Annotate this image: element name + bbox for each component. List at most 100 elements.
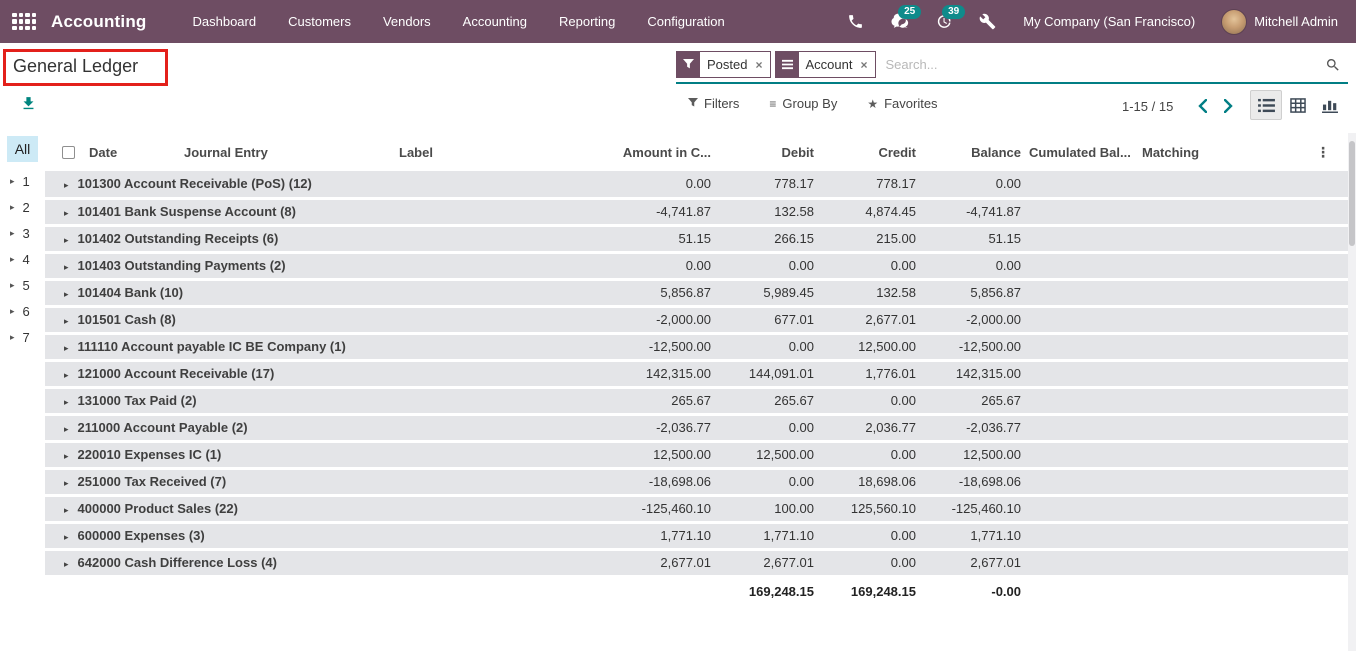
apps-menu-icon[interactable] [12,13,36,30]
group-name-cell[interactable]: ▸220010 Expenses IC (1) [45,441,545,468]
select-all-checkbox[interactable] [62,146,75,159]
facet-remove-icon[interactable]: × [859,52,874,77]
group-name-cell[interactable]: ▸111110 Account payable IC BE Company (1… [45,333,545,360]
search-input[interactable] [880,57,1319,72]
column-header-date[interactable]: Date [85,133,180,171]
account-group-row[interactable]: ▸642000 Cash Difference Loss (4) 2,677.01… [45,549,1348,576]
group-name-cell[interactable]: ▸600000 Expenses (3) [45,522,545,549]
group-level-item[interactable]: ▸1 [0,168,45,194]
group-by-button[interactable]: ≡ Group By [769,96,837,111]
group-name-cell[interactable]: ▸101403 Outstanding Payments (2) [45,252,545,279]
group-name-cell[interactable]: ▸101501 Cash (8) [45,306,545,333]
top-menu-item[interactable]: Dashboard [177,0,273,43]
graph-view-icon[interactable] [1314,90,1346,120]
cell-cumulated-balance [1025,279,1138,306]
account-group-row[interactable]: ▸220010 Expenses IC (1)12,500.0012,500.0… [45,441,1348,468]
vertical-scrollbar[interactable] [1348,133,1356,651]
column-header-cumulated-balance[interactable]: Cumulated Bal... [1025,133,1138,171]
search-icon[interactable] [1318,57,1348,73]
column-header-journal-entry[interactable]: Journal Entry [180,133,395,171]
cell-balance: 142,315.00 [920,360,1025,387]
account-group-row[interactable]: ▸101403 Outstanding Payments (2)0.000.00… [45,252,1348,279]
cell-credit: 0.00 [818,441,920,468]
account-group-row[interactable]: ▸600000 Expenses (3)1,771.101,771.100.00… [45,522,1348,549]
account-group-row[interactable]: ▸400000 Product Sales (22) -125,460.10 100… [45,495,1348,522]
account-group-row[interactable]: ▸101501 Cash (8)-2,000.00677.012,677.01-… [45,306,1348,333]
group-name-cell[interactable]: ▸101300 Account Receivable (PoS) (12) [45,171,545,198]
group-level-number: 5 [23,278,30,293]
account-group-row[interactable]: ▸111110 Account payable IC BE Company (1… [45,333,1348,360]
expand-caret-icon: ▸ [64,424,69,434]
group-level-item[interactable]: ▸6 [0,298,45,324]
top-menu-item[interactable]: Accounting [447,0,543,43]
filters-button[interactable]: Filters [688,96,739,111]
phone-icon[interactable] [833,0,877,43]
group-level-number: 4 [23,252,30,267]
footer-credit: 169,248.15 [818,576,920,606]
cell-balance: -18,698.06 [920,468,1025,495]
debug-tools-icon[interactable] [965,0,1009,43]
group-name-cell[interactable]: ▸101402 Outstanding Receipts (6) [45,225,545,252]
column-header-balance[interactable]: Balance [920,133,1025,171]
column-header-matching[interactable]: Matching [1138,133,1210,171]
expand-all-button[interactable]: All [7,136,38,162]
activities-icon[interactable]: 39 [921,0,965,43]
account-group-row[interactable]: ▸101300 Account Receivable (PoS) (12)0.0… [45,171,1348,198]
expand-caret-icon: ▸ [64,397,69,407]
account-group-name: 101402 Outstanding Receipts (6) [78,231,279,246]
column-header-credit[interactable]: Credit [818,133,920,171]
group-level-item[interactable]: ▸3 [0,220,45,246]
group-level-item[interactable]: ▸7 [0,324,45,350]
top-menu-item[interactable]: Vendors [367,0,447,43]
optional-columns-icon[interactable]: ⋮ [1314,144,1332,161]
messages-icon[interactable]: 25 [877,0,921,43]
group-level-item[interactable]: ▸4 [0,246,45,272]
pivot-view-icon[interactable] [1282,90,1314,120]
group-name-cell[interactable]: ▸642000 Cash Difference Loss (4) [45,549,545,576]
column-header-amount[interactable]: Amount in C... [545,133,715,171]
group-name-cell[interactable]: ▸131000 Tax Paid (2) [45,387,545,414]
export-download-icon[interactable] [20,95,37,117]
account-group-row[interactable]: ▸251000 Tax Received (7)-18,698.060.0018… [45,468,1348,495]
company-switcher[interactable]: My Company (San Francisco) [1023,14,1195,29]
cell-balance: 5,856.87 [920,279,1025,306]
column-header-label[interactable]: Label [395,133,545,171]
list-view-icon[interactable] [1250,90,1282,120]
top-menu-item[interactable]: Configuration [631,0,740,43]
account-group-row[interactable]: ▸101404 Bank (10)5,856.875,989.45132.585… [45,279,1348,306]
cell-matching [1138,333,1210,360]
account-group-row[interactable]: ▸121000 Account Receivable (17)142,315.0… [45,360,1348,387]
group-name-cell[interactable]: ▸400000 Product Sales (22) [45,495,545,522]
group-name-cell[interactable]: ▸ 211000 Account Payable (2) [45,414,545,441]
cell-amount-in-currency: 142,315.00 [545,360,715,387]
view-switcher [1250,90,1346,120]
group-name-cell[interactable]: ▸101404 Bank (10) [45,279,545,306]
group-by-icon: ≡ [769,97,776,111]
search-facet-account: Account × [775,51,876,78]
top-menu-item[interactable]: Customers [272,0,367,43]
group-name-cell[interactable]: ▸251000 Tax Received (7) [45,468,545,495]
app-name[interactable]: Accounting [51,12,147,32]
account-group-row[interactable]: ▸211000 Account Payable (2)-2,036.770.00… [45,414,1348,441]
scrollbar-thumb[interactable] [1349,141,1355,246]
cell-debit: 100.00 [715,495,818,522]
account-group-row[interactable]: ▸101401 Bank Suspense Account (8)-4,741.… [45,198,1348,225]
facet-remove-icon[interactable]: × [754,52,769,77]
account-group-name: 211000 Account Payable (2) [78,420,248,435]
group-level-item[interactable]: ▸2 [0,194,45,220]
expand-caret-icon: ▸ [64,262,69,272]
group-level-item[interactable]: ▸5 [0,272,45,298]
top-menu-item[interactable]: Reporting [543,0,631,43]
account-group-row[interactable]: ▸131000 Tax Paid (2)265.67265.670.00265.… [45,387,1348,414]
cell-balance: -125,460.10 [920,495,1025,522]
account-group-row[interactable]: ▸101402 Outstanding Receipts (6)51.15266… [45,225,1348,252]
user-menu[interactable]: Mitchell Admin [1254,14,1338,29]
cell-balance: 2,677.01 [920,549,1025,576]
pager-previous-icon[interactable] [1189,96,1215,116]
pager-next-icon[interactable] [1215,96,1241,116]
group-name-cell[interactable]: ▸101401 Bank Suspense Account (8) [45,198,545,225]
group-name-cell[interactable]: ▸121000 Account Receivable (17) [45,360,545,387]
user-avatar[interactable] [1221,9,1247,35]
favorites-button[interactable]: ★ Favorites [867,96,937,111]
column-header-debit[interactable]: Debit [715,133,818,171]
